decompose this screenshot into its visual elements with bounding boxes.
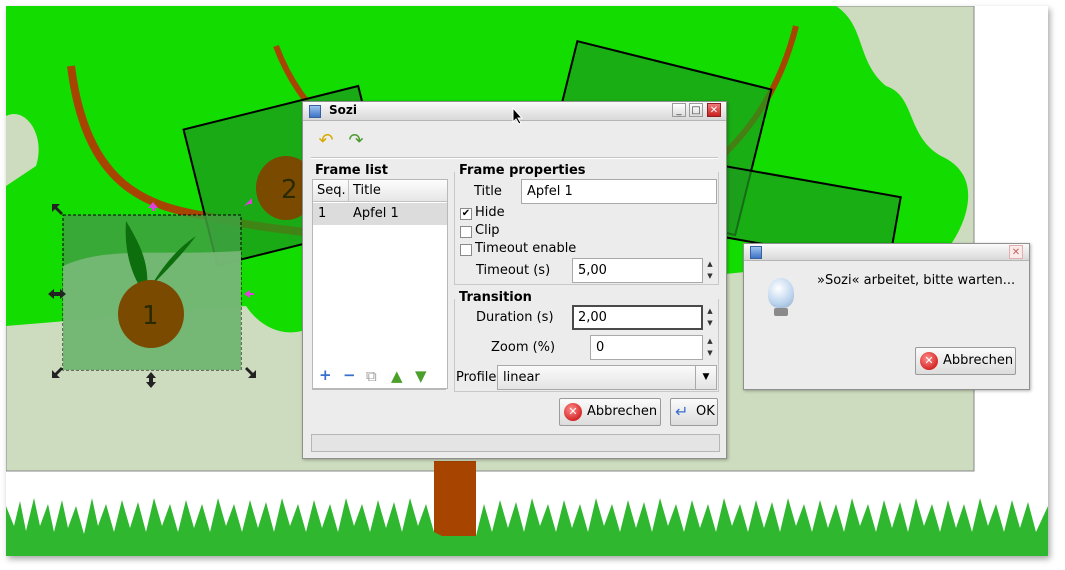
status-bar	[311, 434, 720, 452]
lightbulb-base	[774, 308, 788, 316]
redo-icon[interactable]: ↷	[345, 130, 367, 152]
column-header-seq[interactable]: Seq.	[313, 180, 349, 202]
frame-list-title: Frame list	[315, 163, 388, 178]
frame-seq: 1	[318, 206, 327, 221]
spin-up-icon[interactable]: ▲	[704, 335, 716, 347]
add-frame-icon[interactable]: +	[319, 367, 332, 383]
profile-select[interactable]: linear ▼	[497, 365, 717, 390]
ok-button[interactable]: ↵ OK	[670, 398, 718, 426]
lightbulb-icon	[768, 278, 794, 308]
ok-label: OK	[696, 404, 715, 419]
spin-up-icon[interactable]: ▲	[704, 258, 716, 270]
spin-down-icon[interactable]: ▼	[704, 347, 716, 359]
undo-icon[interactable]: ↶	[315, 130, 337, 152]
frame-1-label: 1	[142, 301, 159, 331]
cancel-label: Abbrechen	[587, 404, 658, 419]
progress-message: »Sozi« arbeitet, bitte warten...	[817, 273, 1016, 288]
column-header-title[interactable]: Title	[349, 180, 447, 202]
enter-icon: ↵	[675, 402, 689, 421]
close-button[interactable]: ✕	[707, 103, 721, 117]
cancel-button[interactable]: ✕ Abbrechen	[559, 398, 661, 426]
progress-app-icon	[750, 246, 762, 259]
maximize-button[interactable]: □	[689, 103, 703, 117]
progress-titlebar[interactable]: ✕	[744, 244, 1029, 261]
timeout-enable-checkbox[interactable]	[460, 244, 472, 256]
zoom-label: Zoom (%)	[491, 340, 556, 355]
cancel-icon: ✕	[920, 352, 938, 370]
zoom-input[interactable]: 0	[590, 335, 703, 360]
title-input[interactable]: Apfel 1	[521, 179, 717, 204]
toolbar-separator	[311, 157, 718, 159]
frame-list-row[interactable]: 1 Apfel 1	[313, 203, 447, 225]
timeout-input[interactable]: 5,00	[572, 258, 703, 283]
chevron-down-icon[interactable]: ▼	[695, 366, 716, 389]
frame-2-label: 2	[281, 175, 298, 205]
clip-checkbox[interactable]	[460, 226, 472, 238]
title-label: Title	[474, 184, 502, 199]
move-down-icon[interactable]: ▼	[415, 368, 427, 384]
sozi-dialog: Sozi _ □ ✕ ↶ ↷ Frame list Seq. Title 1 A…	[302, 101, 727, 459]
profile-value: linear	[503, 370, 540, 385]
minimize-button[interactable]: _	[672, 103, 686, 117]
cancel-icon: ✕	[564, 403, 582, 421]
timeout-label: Timeout (s)	[476, 263, 551, 278]
remove-frame-icon[interactable]: −	[343, 367, 356, 383]
duration-label: Duration (s)	[476, 310, 554, 325]
hide-label: Hide	[475, 205, 505, 220]
progress-dialog: ✕ »Sozi« arbeitet, bitte warten... ✕ Abb…	[743, 243, 1030, 390]
spin-up-icon[interactable]: ▲	[704, 305, 716, 317]
frame-list[interactable]: Seq. Title 1 Apfel 1	[312, 179, 448, 389]
sozi-app-icon	[309, 105, 321, 118]
spin-down-icon[interactable]: ▼	[704, 317, 716, 329]
timeout-spinner[interactable]: ▲ ▼	[704, 258, 716, 283]
hide-checkbox[interactable]: ✔	[460, 208, 472, 220]
duration-spinner[interactable]: ▲ ▼	[704, 305, 716, 330]
zoom-spinner[interactable]: ▲ ▼	[704, 335, 716, 360]
clip-label: Clip	[475, 223, 500, 238]
progress-cancel-label: Abbrechen	[943, 353, 1014, 368]
duration-input[interactable]: 2,00	[572, 305, 703, 330]
mouse-cursor-icon	[512, 107, 524, 125]
frame-title: Apfel 1	[353, 206, 399, 221]
progress-close-button[interactable]: ✕	[1009, 245, 1023, 259]
duplicate-frame-icon[interactable]: ⧉	[366, 368, 377, 384]
profile-label: Profile	[456, 370, 497, 385]
move-up-icon[interactable]: ▲	[391, 368, 403, 384]
timeout-enable-label: Timeout enable	[475, 241, 577, 256]
progress-cancel-button[interactable]: ✕ Abbrechen	[915, 347, 1016, 375]
frame-list-divider	[312, 389, 446, 390]
sozi-title: Sozi	[329, 103, 357, 117]
spin-down-icon[interactable]: ▼	[704, 270, 716, 282]
